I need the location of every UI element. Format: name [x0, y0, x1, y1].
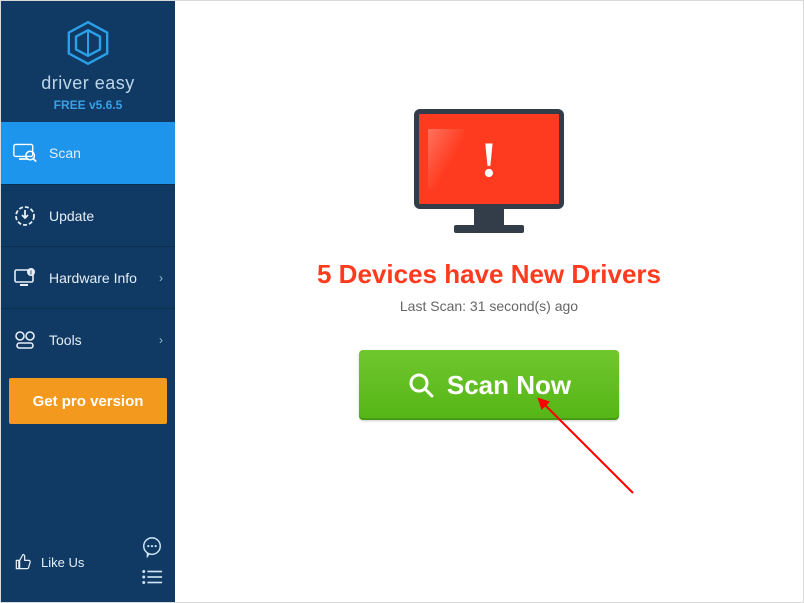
chevron-right-icon: ›	[159, 333, 163, 347]
main-panel: ! 5 Devices have New Drivers Last Scan: …	[175, 1, 803, 602]
sidebar: driver easy FREE v5.6.5 Scan Up	[1, 1, 175, 602]
brand: driver easy FREE v5.6.5	[1, 1, 175, 122]
sidebar-item-hardware-info[interactable]: i Hardware Info ›	[1, 246, 175, 308]
sidebar-item-tools[interactable]: Tools ›	[1, 308, 175, 370]
nav: Scan Update i Hardware Info ›	[1, 122, 175, 370]
scan-now-label: Scan Now	[447, 370, 571, 401]
sidebar-item-label: Scan	[49, 145, 81, 161]
like-us-button[interactable]: Like Us	[13, 552, 84, 572]
search-icon	[407, 371, 435, 399]
tools-icon	[13, 328, 37, 352]
sidebar-bottom: Like Us	[1, 526, 175, 602]
feedback-icon[interactable]	[141, 536, 163, 558]
sidebar-item-label: Tools	[49, 332, 82, 348]
update-icon	[13, 204, 37, 228]
bottom-icon-group	[141, 536, 163, 588]
hardware-info-icon: i	[13, 266, 37, 290]
get-pro-button[interactable]: Get pro version	[9, 378, 167, 424]
exclamation-icon: !	[414, 109, 564, 209]
brand-name: driver easy	[41, 73, 135, 94]
thumbs-up-icon	[13, 552, 33, 572]
sidebar-item-scan[interactable]: Scan	[1, 122, 175, 184]
alert-monitor-illustration: !	[414, 109, 564, 239]
menu-icon[interactable]	[141, 566, 163, 588]
like-us-label: Like Us	[41, 555, 84, 570]
scan-icon	[13, 141, 37, 165]
scan-now-button[interactable]: Scan Now	[359, 350, 619, 420]
get-pro-label: Get pro version	[33, 393, 144, 410]
last-scan-label: Last Scan: 31 second(s) ago	[400, 298, 578, 314]
chevron-right-icon: ›	[159, 271, 163, 285]
logo-icon	[64, 19, 112, 67]
scan-result-headline: 5 Devices have New Drivers	[317, 259, 661, 290]
sidebar-item-label: Hardware Info	[49, 270, 137, 286]
sidebar-item-update[interactable]: Update	[1, 184, 175, 246]
brand-version: FREE v5.6.5	[54, 98, 123, 112]
sidebar-item-label: Update	[49, 208, 94, 224]
